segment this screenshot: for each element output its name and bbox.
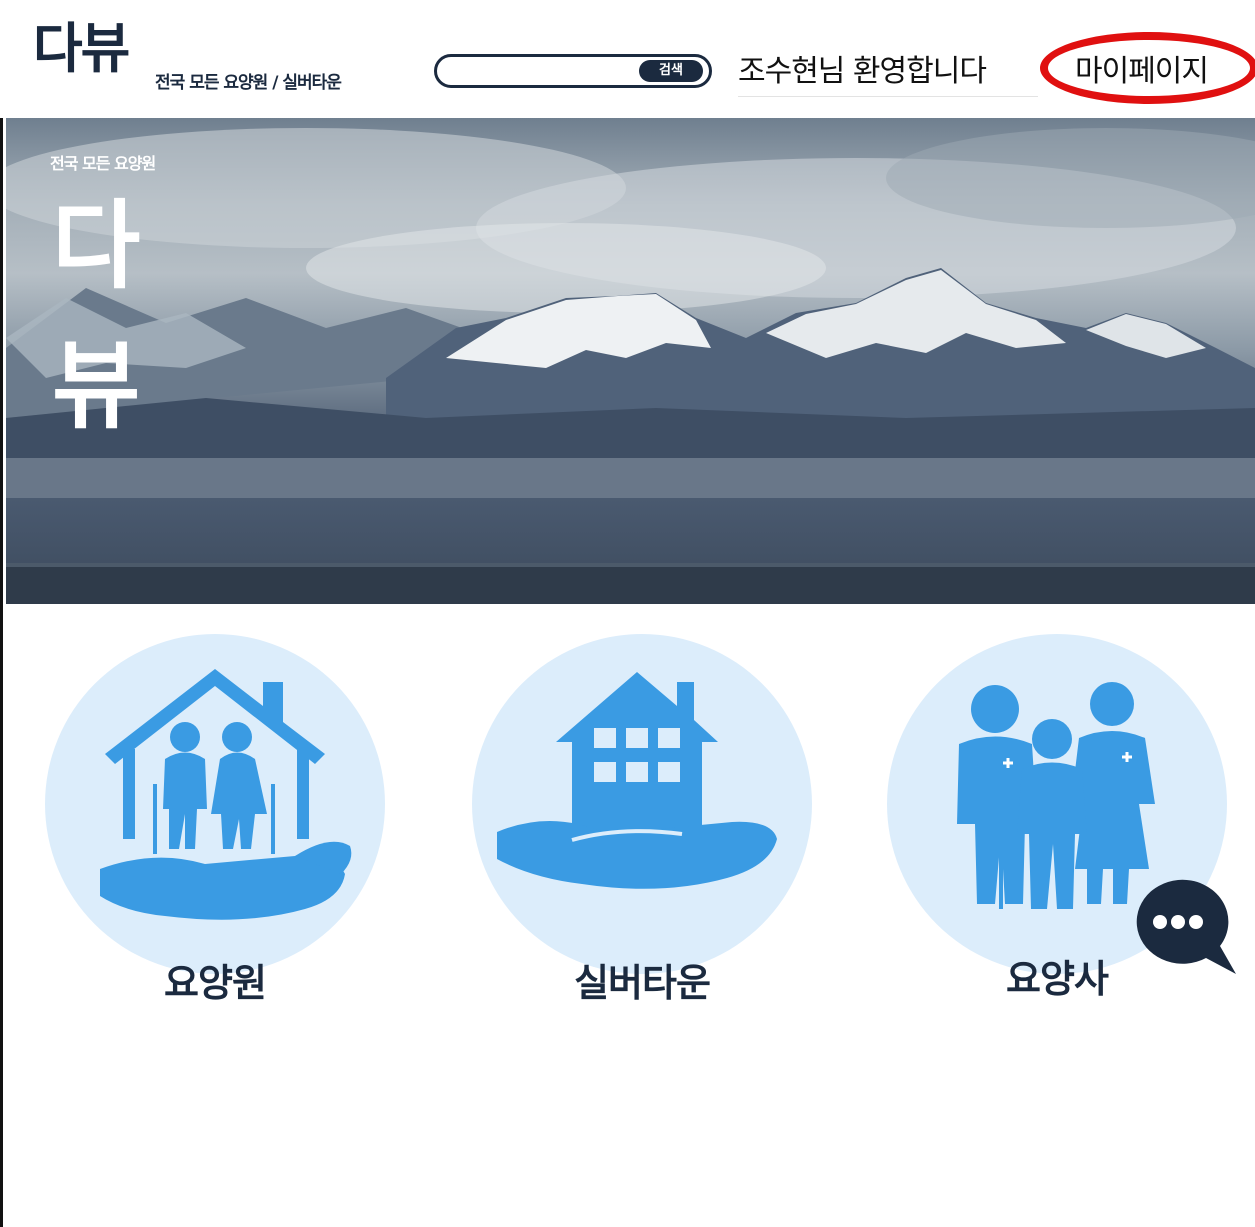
category-nursing-home[interactable]: 요양원	[45, 634, 385, 1005]
logo[interactable]: 다뷰	[33, 22, 130, 76]
hero-title-char-2: 뷰	[52, 330, 141, 442]
tagline: 전국 모든 요양원 / 실버타운	[155, 73, 342, 93]
hero-banner: 전국 모든 요양원 다 뷰	[6, 118, 1255, 604]
search-bar: 검색	[434, 54, 712, 88]
welcome-message: 조수현님 환영합니다	[738, 54, 987, 89]
mypage-link[interactable]: 마이페이지	[1075, 46, 1209, 90]
chat-bubble-icon	[1136, 879, 1236, 974]
hero-subtitle: 전국 모든 요양원	[50, 154, 156, 173]
chat-button[interactable]	[1128, 876, 1238, 976]
mountain-landscape	[6, 128, 1255, 604]
category-label: 요양원	[164, 961, 267, 1005]
search-button[interactable]: 검색	[639, 60, 703, 82]
category-label: 실버타운	[574, 961, 711, 1005]
hero-title-char-1: 다	[52, 190, 141, 302]
divider	[738, 96, 1038, 97]
search-input[interactable]	[451, 61, 635, 83]
elderly-care-home-icon	[100, 669, 352, 920]
category-silver-town[interactable]: 실버타운	[472, 634, 812, 1005]
header: 다뷰 전국 모든 요양원 / 실버타운 검색 조수현님 환영합니다 마이페이지	[0, 0, 1255, 118]
silver-town-icon	[497, 672, 777, 889]
